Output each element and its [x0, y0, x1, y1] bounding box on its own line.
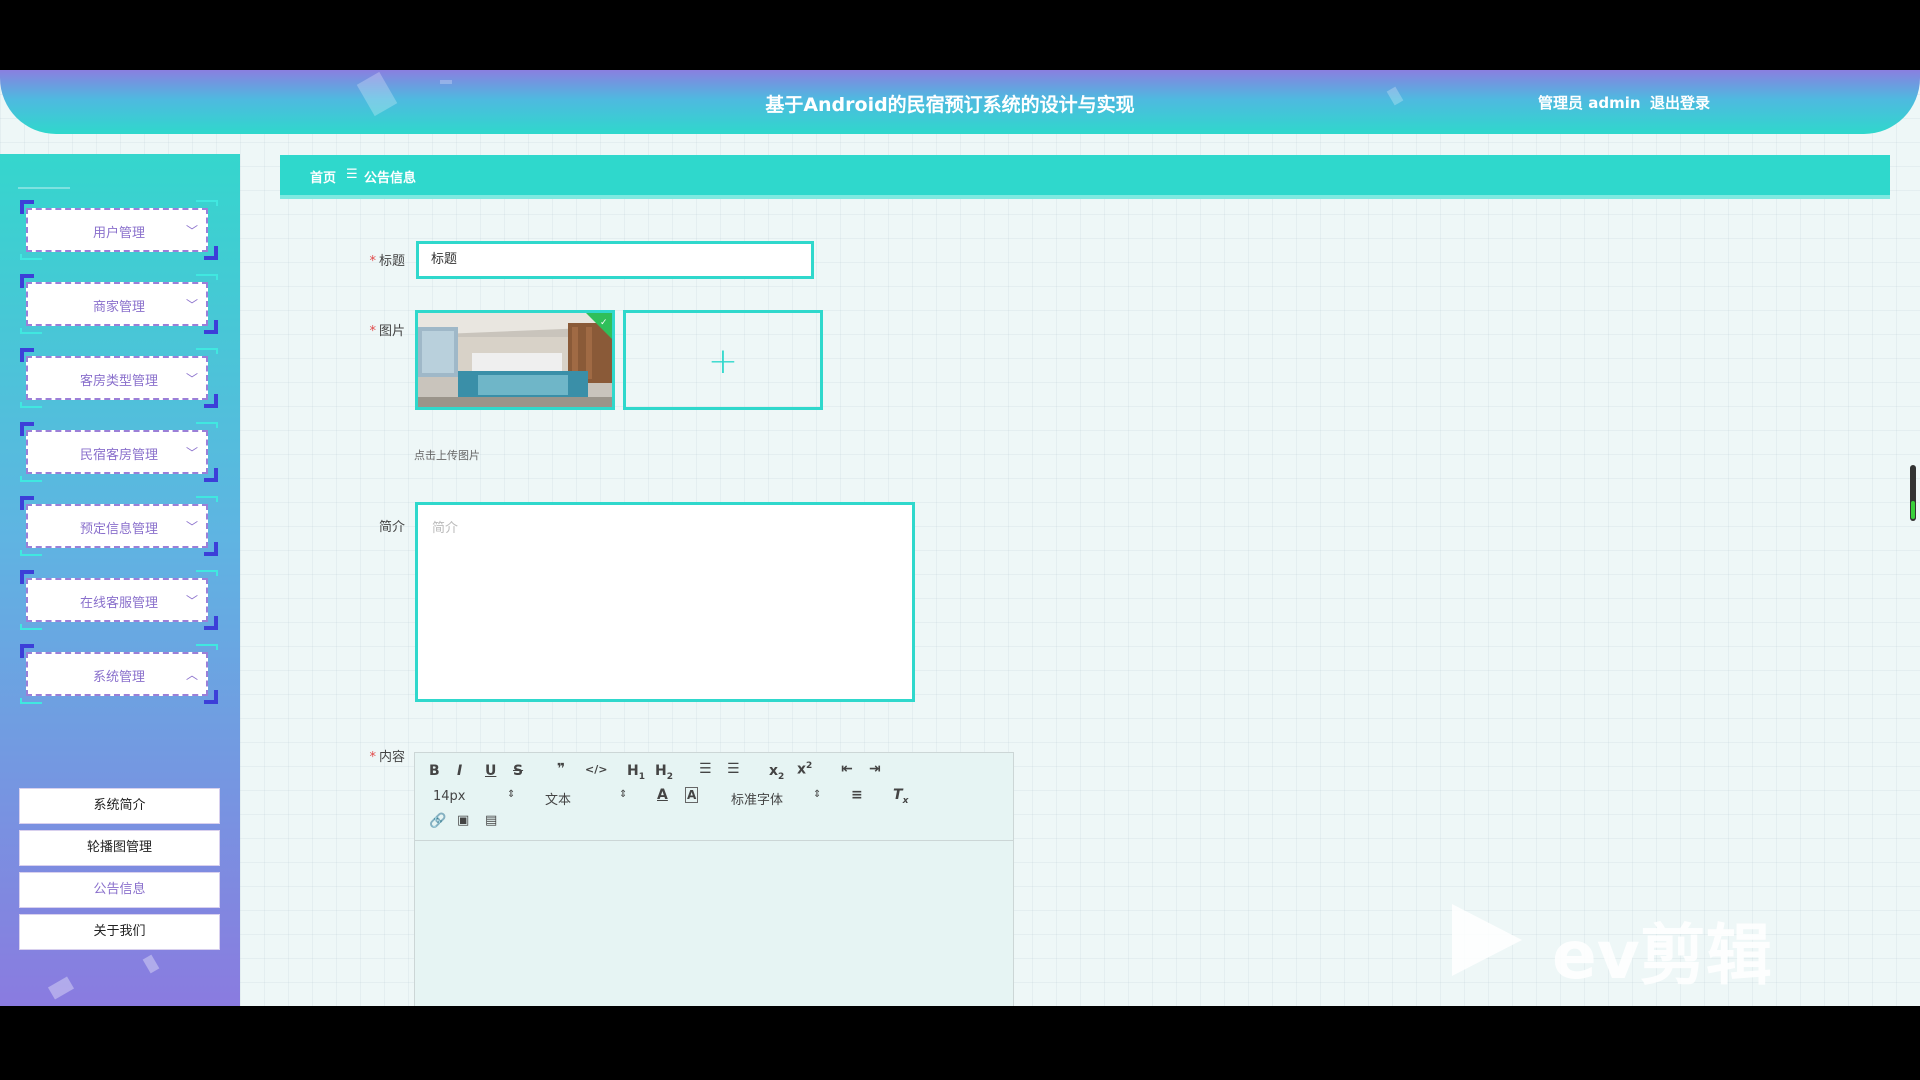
sidebar: 用户管理 ﹀ 商家管理 ﹀ 客房类型管理 ﹀ 民宿客房管理 ﹀ 预定信息管理 ﹀…: [0, 154, 240, 1006]
sidebar-decoration: [142, 954, 160, 974]
menu-label: 用户管理: [92, 226, 145, 241]
sidebar-item-system-management[interactable]: 系统管理 ︿: [20, 644, 218, 704]
intro-textarea[interactable]: 简介: [415, 502, 915, 702]
bedroom-photo: ✓: [418, 313, 612, 407]
bullet-list-icon[interactable]: ☰: [727, 761, 740, 777]
bold-icon[interactable]: B: [429, 763, 440, 779]
chevron-down-icon: ﹀: [185, 372, 198, 386]
menu-label: 客房类型管理: [79, 374, 158, 389]
app-window: 基于Android的民宿预订系统的设计与实现 管理员 admin 退出登录 用户…: [0, 70, 1920, 1006]
intro-label-text: 简介: [378, 520, 405, 535]
sidebar-subitem-announcement[interactable]: 公告信息: [19, 872, 220, 908]
chevron-down-icon: ﹀: [185, 446, 198, 460]
menu-box: 在线客服管理 ﹀: [26, 578, 208, 622]
breadcrumb-current: 公告信息: [364, 171, 417, 186]
upload-tip: 点击上传图片: [414, 449, 480, 462]
menu-label: 系统管理: [92, 670, 145, 685]
sidebar-item-room-type-management[interactable]: 客房类型管理 ﹀: [20, 348, 218, 408]
blockquote-icon[interactable]: ❞: [557, 761, 565, 777]
menu-box: 预定信息管理 ﹀: [26, 504, 208, 548]
sidebar-subitem-system-intro[interactable]: 系统简介: [19, 788, 220, 824]
chevron-down-icon: ﹀: [185, 224, 198, 238]
font-color-icon[interactable]: A: [657, 787, 668, 803]
clear-format-icon[interactable]: Tx: [893, 787, 908, 806]
sidebar-item-merchant-management[interactable]: 商家管理 ﹀: [20, 274, 218, 334]
image-label-text: 图片: [378, 324, 405, 339]
breadcrumb: 首页 ☰ 公告信息: [280, 155, 1890, 199]
video-icon[interactable]: ▤: [485, 813, 497, 828]
strikethrough-icon[interactable]: S: [513, 763, 523, 779]
image-label: * 图片: [369, 324, 405, 339]
content-label: * 内容: [369, 750, 405, 765]
admin-user-label: 管理员 admin: [1538, 94, 1641, 112]
sidebar-item-homestay-room-management[interactable]: 民宿客房管理 ﹀: [20, 422, 218, 482]
page-scrollbar[interactable]: [1910, 465, 1916, 521]
menu-box: 商家管理 ﹀: [26, 282, 208, 326]
font-family-select[interactable]: 标准字体: [731, 789, 783, 808]
indent-icon[interactable]: ⇥: [869, 761, 881, 777]
subscript-icon[interactable]: x2: [769, 763, 784, 782]
image-icon[interactable]: ▣: [457, 813, 469, 828]
play-icon: [1452, 904, 1522, 976]
italic-icon[interactable]: I: [457, 763, 462, 779]
top-header: 基于Android的民宿预订系统的设计与实现 管理员 admin 退出登录: [0, 70, 1920, 134]
chevron-down-icon: ﹀: [185, 298, 198, 312]
heading2-icon[interactable]: H2: [655, 763, 673, 782]
intro-placeholder: 简介: [432, 521, 459, 536]
sidebar-decoration: [47, 976, 75, 1000]
sidebar-subitem-about-us[interactable]: 关于我们: [19, 914, 220, 950]
menu-label: 在线客服管理: [79, 596, 158, 611]
sidebar-item-online-service-management[interactable]: 在线客服管理 ﹀: [20, 570, 218, 630]
sidebar-item-booking-management[interactable]: 预定信息管理 ﹀: [20, 496, 218, 556]
link-icon[interactable]: 🔗: [429, 813, 446, 829]
add-image-button[interactable]: +: [623, 310, 823, 410]
header-decoration: [440, 80, 452, 84]
outdent-icon[interactable]: ⇤: [841, 761, 853, 777]
chevron-up-icon: ︿: [185, 668, 198, 682]
chevron-updown-icon: ⇕: [813, 789, 822, 800]
uploaded-image-thumbnail[interactable]: ✓: [415, 310, 615, 410]
code-block-icon[interactable]: </>: [585, 763, 607, 776]
title-input[interactable]: 标题: [416, 241, 814, 279]
watermark-text: ev剪辑: [1552, 917, 1772, 994]
text-style-select[interactable]: 文本: [545, 789, 571, 808]
menu-box: 客房类型管理 ﹀: [26, 356, 208, 400]
background-color-icon[interactable]: A: [685, 787, 699, 803]
menu-label: 预定信息管理: [79, 522, 158, 537]
sidebar-decoration: [18, 187, 70, 189]
title-label: * 标题: [369, 254, 405, 269]
align-icon[interactable]: ≡: [851, 787, 863, 803]
breadcrumb-home[interactable]: 首页: [310, 167, 336, 186]
font-size-select[interactable]: 14px: [433, 789, 466, 804]
rich-text-editor[interactable]: B I U S ❞ </> H1 H2 ☰ ☰ x2 x2 ⇤ ⇥ 14px ⇕…: [414, 752, 1014, 1006]
menu-label: 民宿客房管理: [79, 448, 158, 463]
intro-label: 简介: [325, 516, 405, 535]
plus-icon: +: [707, 341, 739, 382]
heading1-icon[interactable]: H1: [627, 763, 645, 782]
breadcrumb-separator-icon: ☰: [346, 167, 358, 182]
logout-button[interactable]: 退出登录: [1650, 92, 1710, 113]
svg-text:✓: ✓: [600, 318, 608, 328]
superscript-icon[interactable]: x2: [797, 761, 812, 778]
chevron-down-icon: ﹀: [185, 520, 198, 534]
content-label-text: 内容: [378, 750, 405, 765]
menu-label: 商家管理: [92, 300, 145, 315]
menu-box: 民宿客房管理 ﹀: [26, 430, 208, 474]
ev-watermark: ev剪辑: [1452, 904, 1822, 994]
sidebar-item-user-management[interactable]: 用户管理 ﹀: [20, 200, 218, 260]
chevron-down-icon: ﹀: [185, 594, 198, 608]
menu-box: 用户管理 ﹀: [26, 208, 208, 252]
chevron-updown-icon: ⇕: [619, 789, 628, 800]
editor-toolbar: B I U S ❞ </> H1 H2 ☰ ☰ x2 x2 ⇤ ⇥ 14px ⇕…: [415, 753, 1013, 841]
title-label-text: 标题: [378, 254, 405, 269]
menu-box: 系统管理 ︿: [26, 652, 208, 696]
sidebar-subitem-carousel[interactable]: 轮播图管理: [19, 830, 220, 866]
ordered-list-icon[interactable]: ☰: [699, 761, 712, 777]
chevron-updown-icon: ⇕: [507, 789, 516, 800]
underline-icon[interactable]: U: [485, 763, 496, 779]
